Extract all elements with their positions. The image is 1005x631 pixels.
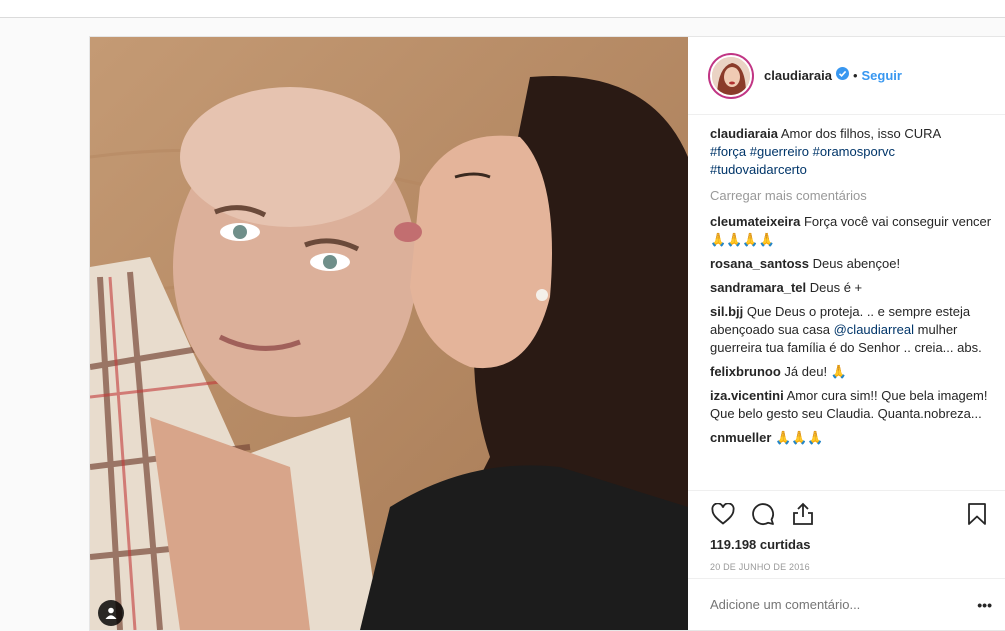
comment-item: felixbrunoo Já deu! 🙏	[710, 363, 1000, 381]
like-button[interactable]	[710, 501, 736, 527]
comment-username[interactable]: sil.bjj	[710, 304, 743, 319]
comment-item: cleumateixeira Força você vai conseguir …	[710, 213, 1000, 249]
mention-link[interactable]: @claudiarreal	[834, 322, 914, 337]
comment-emoji: 🙏🙏🙏🙏	[710, 232, 775, 247]
post-photo[interactable]	[90, 37, 688, 630]
load-more-comments-button[interactable]: Carregar mais comentários	[710, 187, 1000, 205]
hashtag-link[interactable]: #tudovaidarcerto	[710, 162, 807, 177]
add-comment-section: •••	[688, 578, 1005, 630]
top-nav-bar	[0, 0, 1005, 18]
comment-item: cnmueller 🙏🙏🙏	[710, 429, 1000, 447]
avatar-image	[710, 54, 752, 97]
likes-count[interactable]: 119.198 curtidas	[710, 537, 810, 552]
person-tag-icon	[105, 607, 117, 619]
comment-username[interactable]: iza.vicentini	[710, 388, 784, 403]
caption-text: Amor dos filhos, isso CURA	[780, 126, 942, 141]
follow-button[interactable]: Seguir	[862, 68, 902, 83]
share-button[interactable]	[790, 501, 816, 527]
verified-badge-icon	[835, 66, 849, 85]
post-actions	[688, 490, 1005, 534]
hashtag-link[interactable]: #guerreiro	[750, 144, 809, 159]
comment-button[interactable]	[750, 501, 776, 527]
caption-username[interactable]: claudiaraia	[710, 126, 778, 141]
comment-text: Já deu!	[784, 364, 828, 379]
comment-text: Força você vai conseguir vencer	[803, 214, 992, 229]
comment-username[interactable]: sandramara_tel	[710, 280, 806, 295]
comment-username[interactable]: rosana_santoss	[710, 256, 809, 271]
hashtag-link[interactable]: #força	[710, 144, 746, 159]
caption: claudiaraia Amor dos filhos, isso CURA #…	[710, 125, 1000, 179]
comment-icon	[752, 503, 774, 525]
comment-emoji: 🙏	[830, 364, 847, 379]
instagram-post: claudiaraia • Seguir claudiaraia Amor do…	[89, 36, 1005, 631]
share-icon	[793, 502, 813, 525]
comment-text: Deus é +	[809, 280, 863, 295]
comment-item: rosana_santoss Deus abençoe!	[710, 255, 1000, 273]
post-header: claudiaraia • Seguir	[688, 37, 1005, 115]
comment-username[interactable]: cnmueller	[710, 430, 771, 445]
more-options-button[interactable]: •••	[977, 597, 992, 613]
heart-icon	[711, 503, 735, 525]
separator-dot: •	[852, 68, 858, 83]
tagged-people-button[interactable]	[98, 600, 124, 626]
comments-list: claudiaraia Amor dos filhos, isso CURA #…	[710, 125, 1000, 453]
hashtag-link[interactable]: #oramosporvc	[813, 144, 895, 159]
add-comment-input[interactable]	[710, 597, 950, 612]
comment-item: sandramara_tel Deus é +	[710, 279, 1000, 297]
username-link[interactable]: claudiaraia	[764, 68, 832, 83]
comment-text: Deus abençoe!	[812, 256, 901, 271]
avatar[interactable]	[708, 52, 754, 99]
bookmark-icon	[968, 503, 986, 525]
post-sidebar: claudiaraia • Seguir claudiaraia Amor do…	[688, 37, 1005, 630]
photo-illustration	[90, 37, 688, 630]
comment-username[interactable]: cleumateixeira	[710, 214, 800, 229]
post-date[interactable]: 20 DE JUNHO DE 2016	[710, 562, 810, 572]
comment-username[interactable]: felixbrunoo	[710, 364, 781, 379]
comment-emoji: 🙏🙏🙏	[775, 430, 824, 445]
save-button[interactable]	[964, 501, 990, 527]
comment-item: iza.vicentini Amor cura sim!! Que bela i…	[710, 387, 1000, 423]
comment-item: sil.bjj Que Deus o proteja. .. e sempre …	[710, 303, 1000, 357]
